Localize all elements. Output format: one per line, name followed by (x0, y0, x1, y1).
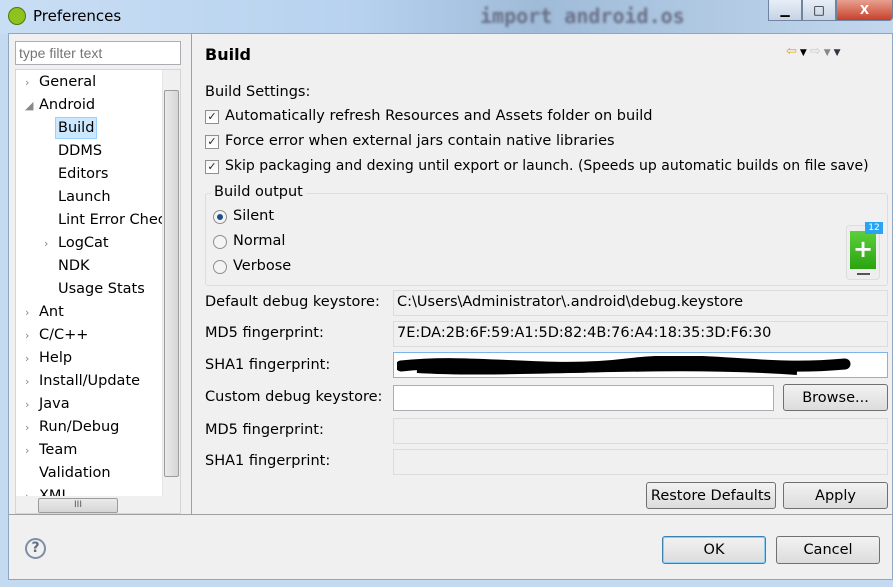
vertical-scroll-thumb[interactable] (164, 90, 179, 477)
build-output-label: Build output (211, 184, 306, 200)
floating-add-widget[interactable]: + 12 (846, 222, 883, 280)
tree-item[interactable]: Usage Stats (58, 278, 145, 300)
plus-icon: + (850, 231, 876, 269)
window-title: Preferences (33, 7, 122, 25)
tree-item[interactable]: C/C++ (39, 324, 88, 346)
back-arrow-icon[interactable]: ⇦ (786, 44, 800, 59)
build-settings-label: Build Settings: (205, 84, 311, 100)
radio-verbose[interactable] (213, 260, 227, 274)
sha1-field[interactable] (393, 352, 888, 378)
tree-item[interactable]: Validation (39, 462, 111, 484)
ok-button[interactable]: OK (662, 536, 766, 564)
preference-tree: › General ◢ Android Build DDMS Editors Launch Li… (15, 69, 181, 514)
custom-md5-label: MD5 fingerprint: (205, 422, 324, 438)
tree-item[interactable]: Editors (58, 163, 108, 185)
tree-item[interactable]: Run/Debug (39, 416, 119, 438)
sha1-label: SHA1 fingerprint: (205, 357, 331, 373)
tree-item[interactable]: Android (39, 94, 95, 116)
redaction-scribble (395, 355, 851, 375)
expand-arrow-icon[interactable]: › (25, 329, 37, 342)
cancel-button[interactable]: Cancel (776, 536, 880, 564)
help-icon[interactable]: ? (25, 538, 46, 559)
expand-arrow-icon[interactable]: › (25, 421, 37, 434)
expand-arrow-icon[interactable]: › (25, 375, 37, 388)
tree-item[interactable]: Ant (39, 301, 64, 323)
expand-arrow-icon[interactable]: › (25, 76, 37, 89)
force-error-label: Force error when external jars contain n… (225, 133, 615, 149)
expand-arrow-icon[interactable]: › (25, 398, 37, 411)
browse-button[interactable]: Browse... (783, 384, 888, 411)
custom-md5-field[interactable] (393, 418, 888, 444)
page-navigation: ⇦▼⇨▼▼ (786, 44, 844, 59)
md5-field[interactable]: 7E:DA:2B:6F:59:A1:5D:82:4B:76:A4:18:35:3… (393, 321, 888, 347)
view-menu-icon[interactable]: ▼ (834, 48, 844, 58)
custom-sha1-label: SHA1 fingerprint: (205, 453, 331, 469)
checkbox-auto-refresh[interactable]: ✓ (205, 110, 219, 124)
normal-label: Normal (233, 233, 286, 249)
expand-arrow-icon[interactable]: › (25, 306, 37, 319)
expand-arrow-icon[interactable]: › (44, 237, 56, 250)
close-button[interactable]: X (836, 0, 893, 21)
verbose-label: Verbose (233, 258, 292, 274)
checkbox-skip-packaging[interactable]: ✓ (205, 160, 219, 174)
forward-menu-icon[interactable]: ▼ (824, 48, 834, 58)
back-menu-icon[interactable]: ▼ (800, 48, 810, 58)
horizontal-scroll-thumb[interactable]: III (38, 498, 118, 513)
collapse-arrow-icon[interactable]: ◢ (25, 99, 37, 112)
filter-input[interactable] (15, 41, 181, 65)
page-title: Build (205, 45, 252, 64)
expand-arrow-icon[interactable]: › (25, 352, 37, 365)
build-output-group (205, 193, 888, 286)
pane-divider[interactable] (191, 33, 192, 514)
background-code: import android.os (480, 4, 685, 28)
eclipse-app-icon (8, 7, 26, 25)
tree-item[interactable]: Help (39, 347, 72, 369)
apply-button[interactable]: Apply (783, 482, 888, 509)
tree-item[interactable]: Install/Update (39, 370, 140, 392)
home-bar (857, 273, 870, 275)
tree-item[interactable]: Team (39, 439, 77, 461)
tree-item[interactable]: General (39, 71, 96, 93)
default-keystore-label: Default debug keystore: (205, 294, 380, 310)
tree-item[interactable]: Build (55, 117, 98, 139)
checkbox-force-error[interactable]: ✓ (205, 135, 219, 149)
radio-silent[interactable] (213, 210, 227, 224)
badge: 12 (865, 222, 883, 234)
md5-label: MD5 fingerprint: (205, 325, 324, 341)
forward-arrow-icon[interactable]: ⇨ (810, 44, 824, 59)
expand-arrow-icon[interactable]: › (25, 444, 37, 457)
silent-label: Silent (233, 208, 275, 224)
auto-refresh-label: Automatically refresh Resources and Asse… (225, 108, 653, 124)
custom-keystore-label: Custom debug keystore: (205, 389, 383, 405)
title-bar (0, 0, 893, 34)
tree-item[interactable]: DDMS (58, 140, 102, 162)
tree-item[interactable]: NDK (58, 255, 90, 277)
default-keystore-field[interactable]: C:\Users\Administrator\.android\debug.ke… (393, 290, 888, 316)
maximize-button[interactable]: □ (802, 0, 836, 21)
restore-defaults-button[interactable]: Restore Defaults (646, 482, 776, 509)
custom-sha1-field[interactable] (393, 449, 888, 475)
tree-item[interactable]: LogCat (58, 232, 109, 254)
separator (8, 514, 893, 515)
radio-normal[interactable] (213, 235, 227, 249)
minimize-button[interactable]: ▁ (768, 0, 802, 21)
skip-packaging-label: Skip packaging and dexing until export o… (225, 158, 869, 174)
tree-item[interactable]: Java (39, 393, 70, 415)
tree-item[interactable]: Launch (58, 186, 111, 208)
custom-keystore-input[interactable] (393, 385, 774, 411)
